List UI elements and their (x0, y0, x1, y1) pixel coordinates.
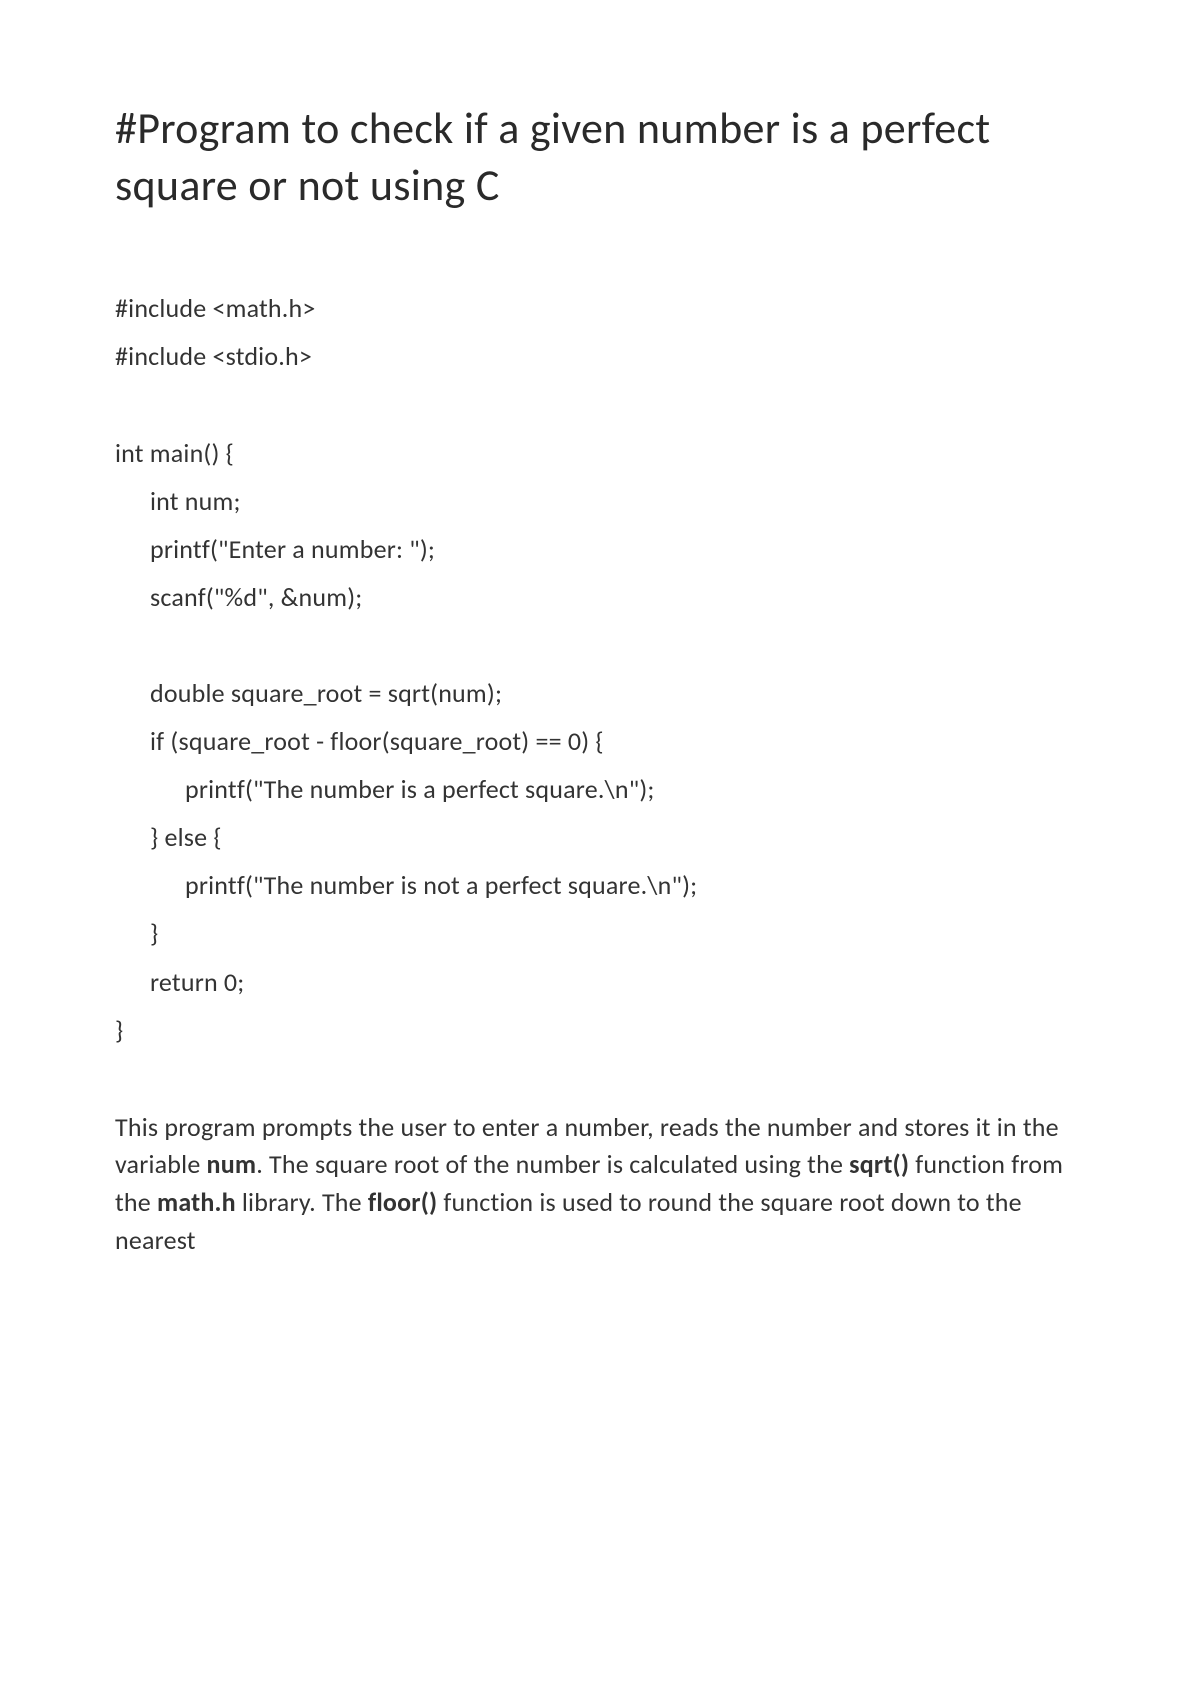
description-text: . The square root of the number is calcu… (256, 1148, 849, 1180)
code-line: printf("Enter a number: "); (115, 525, 1085, 573)
description-bold: math.h (157, 1186, 236, 1218)
blank-line (115, 381, 1085, 429)
page-title: #Program to check if a given number is a… (115, 100, 1085, 214)
blank-line (115, 621, 1085, 669)
description-bold: sqrt() (849, 1148, 909, 1180)
code-line: printf("The number is not a perfect squa… (115, 861, 1085, 909)
code-line: double square_root = sqrt(num); (115, 669, 1085, 717)
description-bold: floor() (368, 1186, 437, 1218)
code-line: } (115, 909, 1085, 957)
code-line: int main() { (115, 429, 1085, 477)
code-line: scanf("%d", &num); (115, 573, 1085, 621)
code-line: int num; (115, 477, 1085, 525)
description-text: library. The (236, 1186, 368, 1218)
code-line: return 0; (115, 958, 1085, 1006)
code-line: #include <stdio.h> (115, 332, 1085, 380)
code-line: #include <math.h> (115, 284, 1085, 332)
code-line: } else { (115, 813, 1085, 861)
code-block: #include <math.h> #include <stdio.h> int… (115, 284, 1085, 1053)
code-line: if (square_root - floor(square_root) == … (115, 717, 1085, 765)
description-paragraph: This program prompts the user to enter a… (115, 1109, 1085, 1260)
code-line: } (115, 1006, 1085, 1054)
description-bold: num (207, 1148, 257, 1180)
code-line: printf("The number is a perfect square.\… (115, 765, 1085, 813)
